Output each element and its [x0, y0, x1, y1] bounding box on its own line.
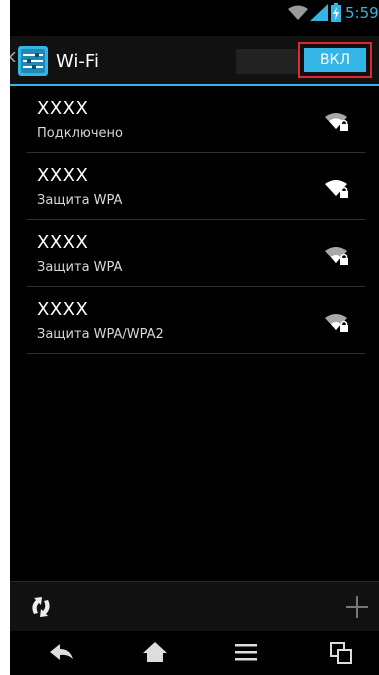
toggle-track	[236, 49, 298, 74]
wifi-locked-icon	[325, 113, 348, 131]
signal-icon	[310, 4, 328, 21]
clock: 5:59	[345, 4, 379, 22]
wifi-settings-icon[interactable]	[17, 45, 49, 77]
network-status: Защита WPA	[37, 193, 123, 208]
plus-icon[interactable]	[344, 594, 370, 620]
network-ssid: XXXX	[37, 165, 89, 186]
menu-icon[interactable]	[234, 641, 258, 663]
network-status: Подключено	[37, 126, 123, 141]
network-item[interactable]: XXXX Подключено	[27, 86, 365, 153]
wifi-icon	[288, 5, 308, 20]
battery-charging-icon	[331, 3, 341, 22]
network-status: Защита WPA/WPA2	[37, 327, 164, 342]
network-ssid: XXXX	[37, 299, 89, 320]
network-item[interactable]: XXXX Защита WPA	[27, 153, 365, 220]
navigation-bar	[10, 631, 379, 675]
home-icon[interactable]	[142, 641, 168, 663]
network-item[interactable]: XXXX Защита WPA	[27, 220, 365, 287]
up-chevron-icon[interactable]	[10, 52, 16, 62]
wifi-toggle-button[interactable]: ВКЛ	[304, 48, 366, 72]
wifi-locked-icon	[325, 314, 348, 332]
page-title: Wi-Fi	[56, 51, 99, 72]
recents-icon[interactable]	[329, 641, 353, 665]
wifi-locked-icon	[325, 247, 348, 265]
network-ssid: XXXX	[37, 232, 89, 253]
network-list: XXXX Подключено XXXX Защита WPA XXXX Защ…	[10, 86, 379, 581]
bottom-action-bar	[10, 581, 379, 632]
action-bar: Wi-Fi ВКЛ	[10, 36, 379, 86]
highlight-frame: ВКЛ	[298, 42, 372, 78]
wps-icon[interactable]	[28, 594, 54, 620]
back-icon[interactable]	[48, 641, 76, 663]
wifi-locked-icon	[325, 180, 348, 198]
phone-screen: 5:59 Wi-Fi ВКЛ XXXX Подключено XXXX Защи…	[10, 0, 379, 675]
status-bar: 5:59	[10, 0, 379, 26]
list-divider	[27, 353, 365, 354]
network-status: Защита WPA	[37, 260, 123, 275]
network-item[interactable]: XXXX Защита WPA/WPA2	[27, 287, 365, 354]
network-ssid: XXXX	[37, 98, 89, 119]
